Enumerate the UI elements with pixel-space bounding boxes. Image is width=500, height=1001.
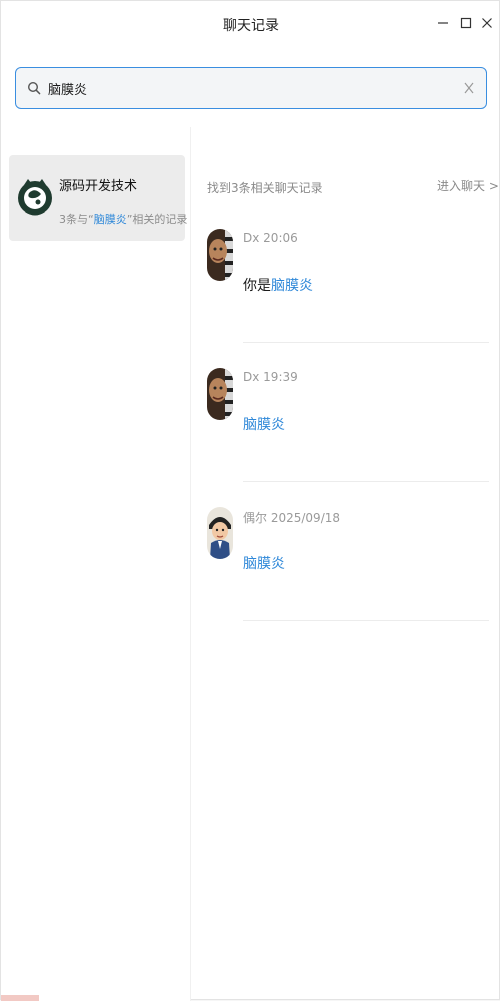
group-match-summary: 3条与“脑膜炎”相关的记录 [59,213,188,226]
divider [243,620,489,621]
maximize-button[interactable] [456,13,476,33]
group-name: 源码开发技术 [59,179,138,194]
avatar[interactable] [207,368,233,420]
message-result[interactable]: Dx 20:06 你是脑膜炎 [201,229,491,349]
message-result[interactable]: Dx 19:39 脑膜炎 [201,368,491,488]
clear-search-button[interactable] [458,77,480,99]
minimize-button[interactable] [433,13,453,33]
maximize-icon [460,17,472,29]
close-icon [482,18,492,28]
avatar[interactable] [207,507,233,559]
title-bar: 聊天记录 [1,1,500,49]
window-edge-mark [1,995,39,1001]
message-text: 脑膜炎 [243,417,285,433]
message-meta: 偶尔 2025/09/18 [243,511,341,525]
message-text: 你是脑膜炎 [243,278,313,294]
result-count: 找到3条相关聊天记录 [207,181,323,195]
list-item-group[interactable]: 源码开发技术 3条与“脑膜炎”相关的记录 [9,155,188,241]
search-icon [26,80,42,96]
search-box[interactable]: 脑膜炎 [15,67,487,109]
search-input[interactable]: 脑膜炎 [48,79,458,98]
message-meta: Dx 20:06 [243,231,298,245]
window-title: 聊天记录 [223,18,279,34]
chat-history-window: 聊天记录 脑膜炎 源码开发技术 3条与“脑膜炎”相关的记录 找到3条相关聊天记录… [0,0,500,1001]
avatar[interactable] [207,229,233,281]
message-text: 脑膜炎 [243,556,285,572]
message-meta: Dx 19:39 [243,370,298,384]
group-avatar [15,167,55,229]
enter-chat-link[interactable]: 进入聊天 > [437,177,499,194]
clear-icon [464,82,474,94]
conversation-list: 源码开发技术 3条与“脑膜炎”相关的记录 [1,127,191,1001]
minimize-icon [438,22,448,24]
divider [243,481,489,482]
close-button[interactable] [477,13,497,33]
message-result[interactable]: 偶尔 2025/09/18 脑膜炎 [201,507,491,627]
divider [243,342,489,343]
